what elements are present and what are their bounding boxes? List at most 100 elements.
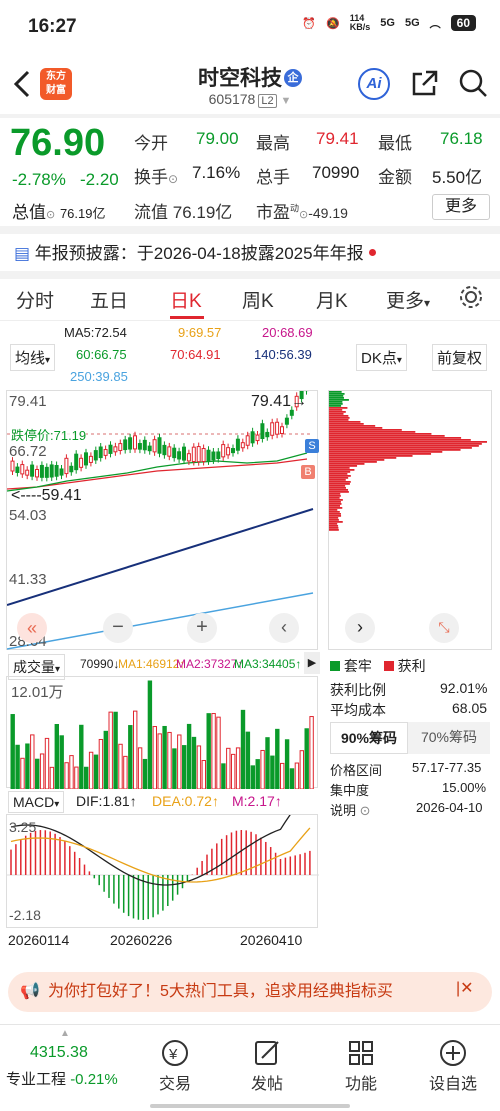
- volume-bar: [172, 748, 177, 790]
- ai-button[interactable]: Ai: [358, 68, 390, 100]
- document-icon: ▤: [14, 244, 31, 263]
- volume-bar: [88, 751, 94, 790]
- settings-button[interactable]: [458, 284, 484, 315]
- volume-bar: [299, 750, 305, 790]
- kline-chart[interactable]: 79.41 66.72 54.03 41.33 28.64 跌停价:71.19 …: [6, 371, 319, 650]
- volume-bar: [250, 765, 256, 790]
- share-button[interactable]: [410, 68, 440, 103]
- index-value[interactable]: 4315.38: [30, 1044, 88, 1062]
- tab-daily-k[interactable]: 日K: [170, 286, 202, 313]
- search-button[interactable]: [458, 68, 488, 103]
- chip-bar: [329, 465, 358, 467]
- chip-bar: [329, 399, 349, 401]
- expand-icon[interactable]: ⤡: [429, 613, 459, 643]
- candle: [64, 454, 69, 478]
- candle: [39, 461, 44, 482]
- volume-bar: [186, 723, 192, 790]
- volume-bar: [265, 737, 270, 790]
- chip-bar: [329, 479, 346, 481]
- chip-range-value: 57.17-77.35: [412, 760, 482, 775]
- scroll-left-fast-button[interactable]: «: [17, 613, 47, 643]
- chip-bar: [329, 489, 349, 491]
- chip-note-date: 2026-04-10: [416, 800, 483, 815]
- indicator-dropdown[interactable]: 均线▾: [10, 344, 56, 371]
- level-badge: L2: [258, 94, 277, 108]
- megaphone-icon: 📢: [20, 983, 40, 1000]
- chip-bar: [329, 499, 343, 501]
- search-icon: [459, 69, 487, 97]
- candle: [231, 444, 235, 457]
- volume-bar: [280, 762, 285, 790]
- svg-text:¥: ¥: [168, 1046, 178, 1063]
- volume-bar: [123, 755, 128, 790]
- volume-chart[interactable]: 12.01万: [6, 676, 318, 790]
- low-value: 76.18: [440, 129, 483, 148]
- chip-bar: [329, 455, 413, 457]
- volume-bar: [84, 766, 89, 790]
- tab-monthly-k[interactable]: 月K: [316, 286, 348, 313]
- index-name[interactable]: 专业工程 -0.21%: [6, 1068, 118, 1089]
- unread-dot: [368, 249, 376, 256]
- enterprise-badge: 企: [284, 69, 302, 87]
- chip-bar: [329, 411, 346, 413]
- zoom-out-button[interactable]: −: [103, 613, 133, 643]
- tab-trade[interactable]: ¥ 交易: [140, 1038, 210, 1094]
- candle: [108, 441, 113, 458]
- signal-icon-2: 5G: [404, 17, 420, 29]
- home-indicator: [150, 1104, 350, 1108]
- candle: [15, 463, 20, 477]
- adjust-mode-button[interactable]: 前复权: [432, 344, 488, 371]
- candle: [280, 422, 284, 438]
- pe-ratio: 市盈动⊙-49.19: [256, 203, 348, 222]
- chip-bar: [329, 443, 482, 445]
- chip-bar: [329, 421, 361, 423]
- close-banner-button[interactable]: |✕: [456, 978, 474, 998]
- macd-chart[interactable]: 3.25 -2.18: [6, 788, 319, 928]
- chip-tab-70[interactable]: 70%筹码: [408, 722, 490, 754]
- promo-banner[interactable]: 📢 为你打包好了！5大热门工具，追求用经典指标买: [8, 972, 492, 1012]
- status-bar: 16:27 ⏰ 🔕 114 KB/s 5G 5G ︵ 60: [0, 0, 500, 56]
- chip-bar: [329, 403, 343, 405]
- annual-report-notice[interactable]: ▤ 年报预披露：于2026-04-18披露2025年年报: [14, 239, 376, 264]
- candle: [284, 414, 289, 429]
- sell-signal-badge: S: [305, 439, 319, 453]
- chip-avg-cost-label: 平均成本: [330, 702, 386, 718]
- dk-point-dropdown[interactable]: DK点▾: [356, 344, 407, 371]
- volume-bar: [245, 731, 251, 790]
- macd-dropdown[interactable]: MACD▾: [8, 791, 65, 813]
- tab-functions[interactable]: 功能: [326, 1038, 396, 1094]
- mute-icon: 🔕: [326, 17, 340, 30]
- market-cap: 总值⊙ 76.19亿: [12, 203, 106, 222]
- scroll-left-button[interactable]: ‹: [269, 613, 299, 643]
- more-quote-button[interactable]: 更多: [432, 194, 490, 220]
- volume-bar: [260, 749, 265, 790]
- candle: [35, 465, 39, 481]
- chip-distribution[interactable]: › ⤡: [328, 390, 492, 650]
- tab-five-day[interactable]: 五日: [90, 286, 128, 313]
- volume-bar: [211, 713, 216, 790]
- chip-avg-cost-value: 68.05: [452, 700, 488, 716]
- tab-more[interactable]: 更多▾: [386, 286, 430, 313]
- chip-bar: [329, 415, 349, 417]
- stock-name-text: 时空科技: [198, 67, 282, 90]
- volume-bar: [93, 754, 99, 790]
- tab-post[interactable]: 发帖: [232, 1038, 302, 1094]
- volume-bar: [118, 743, 123, 790]
- chip-next-button[interactable]: ›: [345, 613, 375, 643]
- chip-tab-90[interactable]: 90%筹码: [330, 722, 408, 754]
- active-tab-indicator: [170, 316, 204, 319]
- candle: [118, 439, 123, 455]
- chip-bar: [329, 493, 341, 495]
- collapse-arrow[interactable]: ▶: [304, 652, 320, 674]
- volume-bar: [10, 714, 15, 790]
- tab-weekly-k[interactable]: 周K: [242, 286, 274, 313]
- candle: [270, 418, 275, 440]
- volume-bar: [309, 716, 314, 790]
- volume-ma3: MA3:34405↑: [234, 657, 302, 671]
- zoom-in-button[interactable]: +: [187, 613, 217, 643]
- chip-bar: [329, 429, 402, 431]
- limit-down-label: 跌停价:71.19: [11, 425, 87, 444]
- tab-intraday[interactable]: 分时: [16, 286, 54, 313]
- ma70-value: 70:64.91: [170, 347, 221, 362]
- tab-add-favorite[interactable]: 设自选: [418, 1038, 488, 1094]
